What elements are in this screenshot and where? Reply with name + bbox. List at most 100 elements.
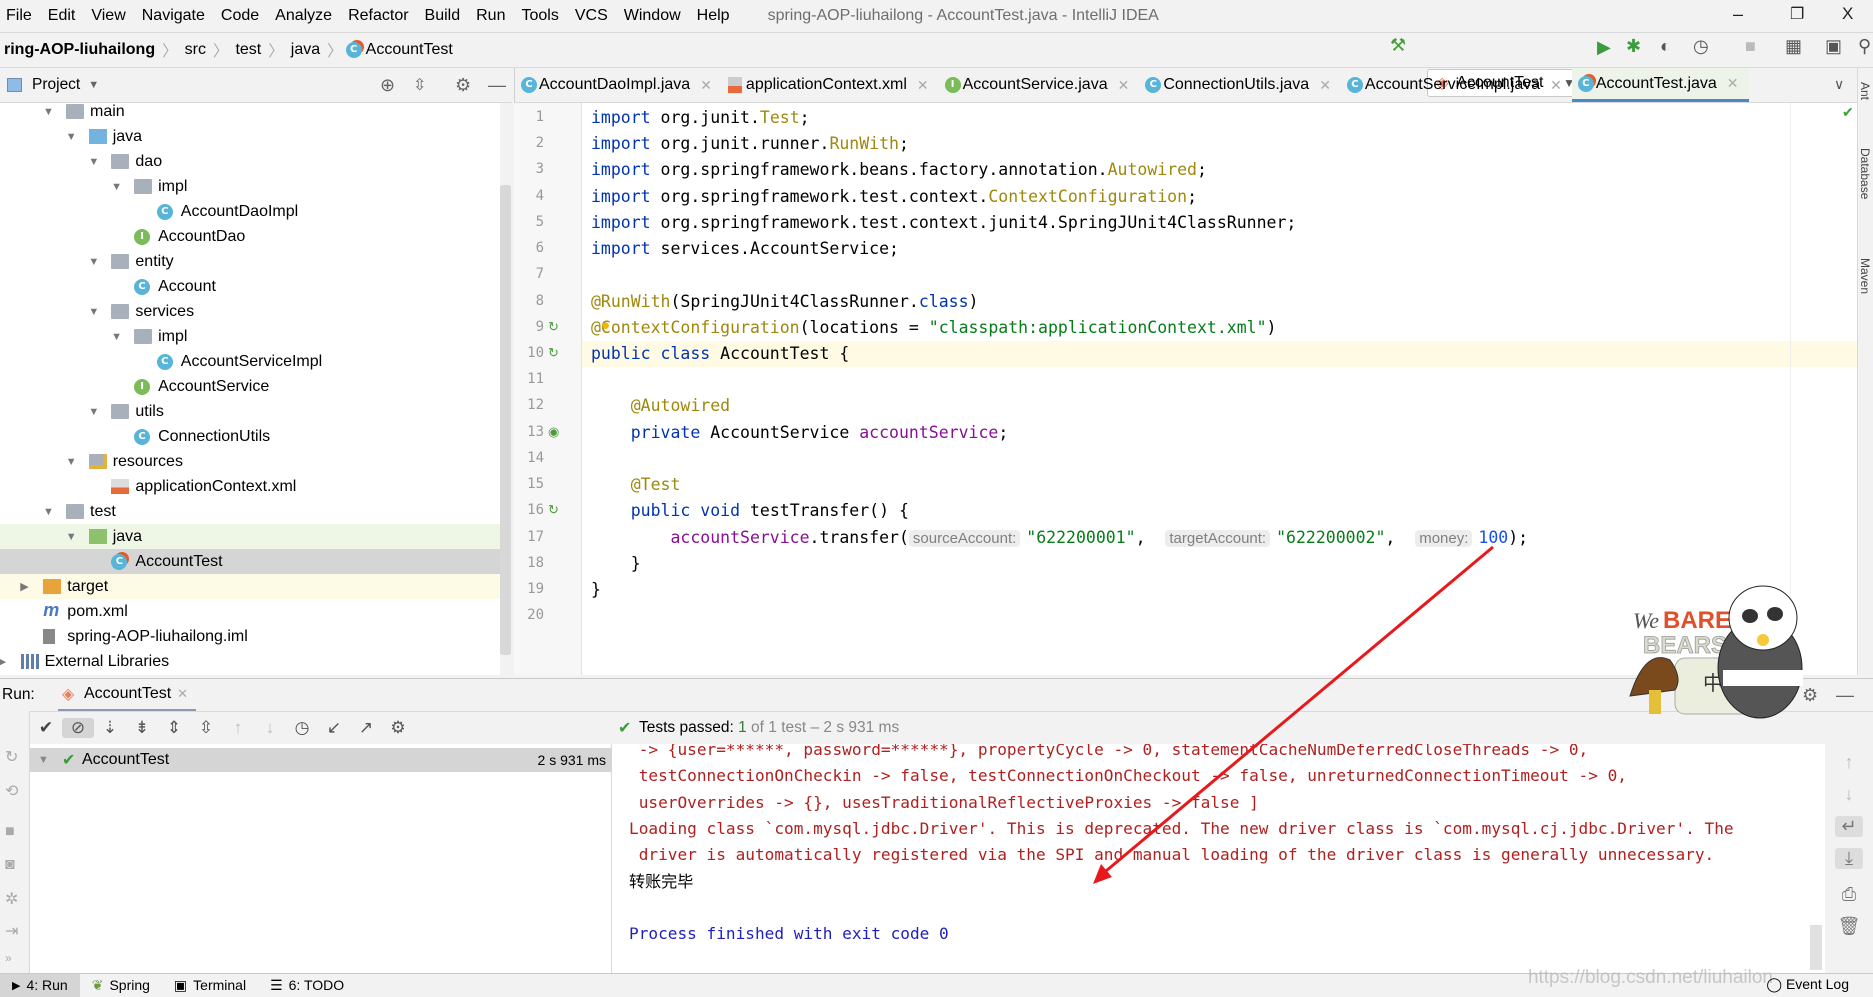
run-tab-accounttest[interactable]: ◈ AccountTest ✕ xyxy=(58,679,197,712)
editor-tab[interactable]: applicationContext.xml ✕ xyxy=(722,68,939,102)
expanded-arrow-icon[interactable]: ▼ xyxy=(43,106,54,118)
code-line[interactable]: private AccountService accountService; xyxy=(591,420,1009,446)
test-history-clock-icon[interactable]: ◷ xyxy=(286,718,318,738)
settings-bug-icon[interactable]: ✲ xyxy=(5,889,18,909)
soft-wrap-icon[interactable]: ↵ xyxy=(1835,816,1863,837)
tree-item[interactable]: ▼ java xyxy=(0,124,500,149)
rerun-failed-icon[interactable]: ↻ xyxy=(5,747,18,767)
intention-bulb-icon[interactable]: ● xyxy=(601,317,610,334)
menu-navigate[interactable]: Navigate xyxy=(134,7,213,25)
menu-analyze[interactable]: Analyze xyxy=(267,7,340,25)
code-line[interactable]: import org.springframework.test.context.… xyxy=(591,210,1296,236)
tabs-overflow-chevron-icon[interactable]: ∨ xyxy=(1834,76,1844,93)
expanded-arrow-icon[interactable]: ▼ xyxy=(111,181,122,193)
code-line[interactable]: import org.junit.runner.RunWith; xyxy=(591,131,909,157)
project-tree-scrollbar[interactable] xyxy=(500,185,511,655)
expanded-arrow-icon[interactable]: ▼ xyxy=(66,131,77,143)
gear-icon[interactable]: ⚙ xyxy=(382,718,414,738)
collapsed-arrow-icon[interactable]: ▶ xyxy=(0,655,6,668)
code-line[interactable]: public void testTransfer() { xyxy=(591,498,909,524)
code-line[interactable]: @Autowired xyxy=(591,393,730,419)
tool-window-terminal[interactable]: ▣ Terminal xyxy=(162,974,258,997)
expanded-arrow-icon[interactable]: ▼ xyxy=(43,506,54,518)
gear-icon[interactable]: ⚙ xyxy=(455,75,471,96)
scroll-down-arrow-icon[interactable]: ↓ xyxy=(1835,784,1863,805)
code-line[interactable]: @RunWith(SpringJUnit4ClassRunner.class) xyxy=(591,289,978,315)
sort-duration-icon[interactable]: ⇟ xyxy=(126,718,158,738)
minimize-button[interactable]: ‒ xyxy=(1733,4,1743,25)
collapse-all-icon[interactable]: ⇳ xyxy=(413,75,426,95)
tool-window-run[interactable]: ▶ 4: Run xyxy=(0,973,80,997)
menu-tools[interactable]: Tools xyxy=(513,7,566,25)
import-tests-icon[interactable]: ↙ xyxy=(318,718,350,738)
code-line[interactable]: import org.junit.Test; xyxy=(591,105,810,131)
inspection-ok-check-icon[interactable]: ✔ xyxy=(1842,104,1854,121)
close-tab-icon[interactable]: ✕ xyxy=(1727,75,1739,92)
tree-item[interactable]: C Account xyxy=(0,274,500,299)
editor-tab[interactable]: C AccountDaoImpl.java ✕ xyxy=(515,68,722,102)
expanded-arrow-icon[interactable]: ▼ xyxy=(66,456,77,468)
sort-alpha-icon[interactable]: ⇣ xyxy=(94,718,126,738)
tool-window-spring[interactable]: ❦ Spring xyxy=(80,974,162,997)
tree-item[interactable]: C AccountServiceImpl xyxy=(0,349,500,374)
code-line[interactable]: import org.springframework.test.context.… xyxy=(591,184,1197,210)
tree-item[interactable]: ▼ entity xyxy=(0,249,500,274)
editor-tab[interactable]: I AccountService.java ✕ xyxy=(939,68,1140,102)
project-structure-icon[interactable]: ▦ xyxy=(1785,36,1802,57)
breadcrumb-file[interactable]: AccountTest xyxy=(362,41,457,59)
editor-tab[interactable]: C AccountTest.java ✕ xyxy=(1571,68,1749,102)
tree-item[interactable]: C AccountTest xyxy=(0,549,500,574)
menu-view[interactable]: View xyxy=(83,7,133,25)
tree-item[interactable]: I AccountService xyxy=(0,374,500,399)
build-hammer-icon[interactable]: ⚒ xyxy=(1390,35,1406,56)
toolbox-icon[interactable]: ▣ xyxy=(1825,36,1842,57)
console-output[interactable]: -> {user=******, password=******}, prope… xyxy=(612,744,1825,973)
maven-tool-button[interactable]: Maven xyxy=(1858,258,1872,294)
menu-build[interactable]: Build xyxy=(417,7,469,25)
close-tab-icon[interactable]: ✕ xyxy=(1118,77,1130,94)
expanded-arrow-icon[interactable]: ▼ xyxy=(88,156,99,168)
expand-all-icon[interactable]: ⇕ xyxy=(158,718,190,738)
expanded-arrow-icon[interactable]: ▼ xyxy=(88,406,99,418)
menu-help[interactable]: Help xyxy=(689,7,738,25)
tree-item[interactable]: C ConnectionUtils xyxy=(0,424,500,449)
tree-item[interactable]: C AccountDaoImpl xyxy=(0,199,500,224)
breadcrumb-java[interactable]: java xyxy=(287,41,324,59)
editor-tab[interactable]: C AccountServiceImpl.java ✕ xyxy=(1341,68,1572,102)
code-line[interactable]: @ContextConfiguration(locations = "class… xyxy=(591,315,1276,341)
show-passed-check-icon[interactable]: ✔ xyxy=(30,718,62,738)
expanded-arrow-icon[interactable]: ▼ xyxy=(88,256,99,268)
run-icon[interactable]: ▶ xyxy=(1597,37,1611,58)
code-line[interactable]: } xyxy=(591,577,601,603)
tree-item[interactable]: ▼ main xyxy=(0,103,500,124)
chevron-down-icon[interactable]: ▼ xyxy=(88,79,99,91)
menu-run[interactable]: Run xyxy=(468,7,513,25)
restore-button[interactable]: ❐ xyxy=(1790,4,1804,24)
expanded-arrow-icon[interactable]: ▼ xyxy=(66,531,77,543)
close-tab-icon[interactable]: ✕ xyxy=(1319,77,1331,94)
menu-code[interactable]: Code xyxy=(213,7,267,25)
export-tests-icon[interactable]: ↗ xyxy=(350,718,382,738)
close-tab-icon[interactable]: ✕ xyxy=(177,686,188,702)
tree-item[interactable]: ▶ External Libraries xyxy=(0,649,500,674)
minimize-panel-icon[interactable]: — xyxy=(1836,685,1854,706)
close-tab-icon[interactable]: ✕ xyxy=(1550,77,1562,94)
print-icon[interactable]: ⎙ xyxy=(1835,884,1863,905)
menu-window[interactable]: Window xyxy=(616,7,689,25)
code-line[interactable]: import org.springframework.beans.factory… xyxy=(591,157,1207,183)
toggle-auto-test-icon[interactable]: ⟲ xyxy=(5,781,18,801)
scroll-up-arrow-icon[interactable]: ↑ xyxy=(1835,752,1863,773)
tree-item[interactable]: ▼ services xyxy=(0,299,500,324)
tree-item[interactable]: ▼ utils xyxy=(0,399,500,424)
debug-bug-icon[interactable]: ✱ xyxy=(1626,36,1641,57)
event-log-button[interactable]: ◯ Event Log xyxy=(1766,976,1849,993)
tree-item[interactable]: ▼ test xyxy=(0,499,500,524)
close-tab-icon[interactable]: ✕ xyxy=(700,77,712,94)
tree-item[interactable]: spring-AOP-liuhailong.iml xyxy=(0,624,500,649)
code-line[interactable]: import services.AccountService; xyxy=(591,236,899,262)
tree-item[interactable]: ▼ dao xyxy=(0,149,500,174)
code-line[interactable]: accountService.transfer(sourceAccount: "6… xyxy=(591,525,1528,551)
scroll-to-end-icon[interactable]: ⤓ xyxy=(1835,848,1863,869)
test-result-row[interactable]: ▼ ✔ AccountTest 2 s 931 ms xyxy=(30,748,612,772)
coverage-icon[interactable]: ◐ xyxy=(1660,36,1671,57)
